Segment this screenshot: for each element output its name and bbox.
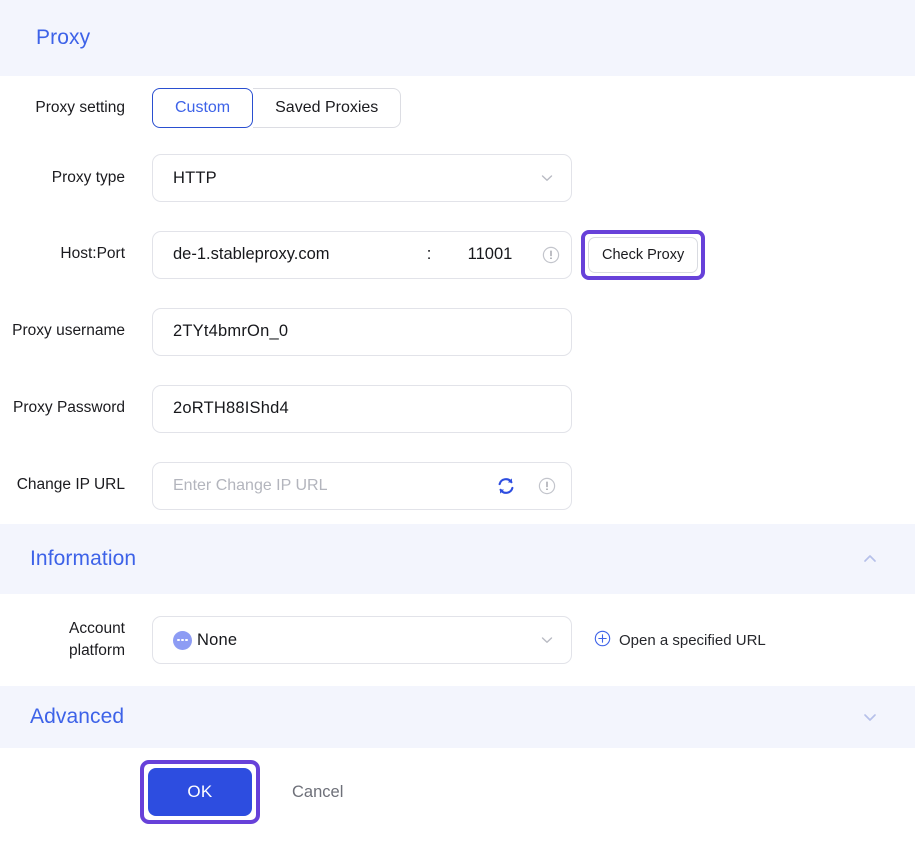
label-proxy-username: Proxy username [12,322,125,340]
advanced-section-header[interactable]: Advanced [0,686,915,748]
chevron-down-icon[interactable] [859,706,881,728]
host-port-field[interactable]: de-1.stableproxy.com : 11001 [152,230,572,279]
chevron-down-icon [537,630,557,650]
proxy-type-value: HTTP [173,168,217,187]
open-specified-url-label: Open a specified URL [619,631,766,649]
row-account-platform: Account platform None Open a specified U… [0,594,915,686]
advanced-title: Advanced [30,705,125,728]
port-input[interactable]: 11001 [447,245,533,264]
plus-circle-icon [594,630,611,651]
ok-button[interactable]: OK [148,768,252,816]
proxy-password-value: 2oRTH88IShd4 [173,399,289,417]
label-proxy-password: Proxy Password [13,399,125,417]
row-host-port: Host:Port de-1.stableproxy.com : 11001 C… [0,216,915,293]
segment-custom[interactable]: Custom [152,88,254,128]
host-input[interactable]: de-1.stableproxy.com [173,245,417,264]
row-proxy-username: Proxy username 2TYt4bmrOn_0 [0,293,915,370]
chevron-up-icon[interactable] [859,548,881,570]
proxy-settings-dialog: Proxy Proxy setting Custom Saved Proxies… [0,0,915,850]
check-proxy-button[interactable]: Check Proxy [588,236,699,273]
segment-saved-proxies[interactable]: Saved Proxies [253,88,402,128]
information-title: Information [30,547,137,570]
label-proxy-setting: Proxy setting [35,98,125,116]
cancel-button[interactable]: Cancel [292,783,343,802]
host-port-separator: : [426,245,432,263]
platform-dots-icon [173,630,192,650]
label-account-platform-line1: Account [68,619,125,637]
information-section-header[interactable]: Information [0,524,915,594]
row-proxy-password: Proxy Password 2oRTH88IShd4 [0,370,915,447]
page-title: Proxy [36,26,91,49]
proxy-password-input[interactable]: 2oRTH88IShd4 [152,384,572,433]
row-proxy-type: Proxy type HTTP [0,140,915,216]
proxy-username-value: 2TYt4bmrOn_0 [173,322,289,340]
open-specified-url-link[interactable]: Open a specified URL [594,630,766,651]
change-ip-url-input[interactable]: Enter Change IP URL [152,461,572,510]
chevron-down-icon [537,168,557,188]
row-proxy-setting: Proxy setting Custom Saved Proxies [0,76,915,140]
account-platform-select[interactable]: None [152,616,572,664]
proxy-username-input[interactable]: 2TYt4bmrOn_0 [152,307,572,356]
label-host-port: Host:Port [60,245,125,263]
label-change-ip-url: Change IP URL [16,476,125,494]
info-icon[interactable] [541,245,561,265]
dialog-footer: OK Cancel [0,748,915,836]
proxy-header-band: Proxy [0,0,915,76]
ok-button-highlight: OK [140,760,260,824]
row-change-ip-url: Change IP URL Enter Change IP URL [0,447,915,524]
label-proxy-type: Proxy type [51,168,125,186]
account-platform-value: None [197,630,238,649]
info-icon[interactable] [537,476,557,496]
refresh-icon[interactable] [495,475,517,497]
proxy-setting-segmented-control[interactable]: Custom Saved Proxies [152,88,402,128]
check-proxy-highlight: Check Proxy [581,229,706,280]
proxy-type-select[interactable]: HTTP [152,154,572,202]
label-account-platform-line2: platform [69,642,125,659]
proxy-form: Proxy setting Custom Saved Proxies Proxy… [0,76,915,524]
label-account-platform: Account platform [0,618,125,663]
change-ip-url-placeholder: Enter Change IP URL [173,476,328,494]
